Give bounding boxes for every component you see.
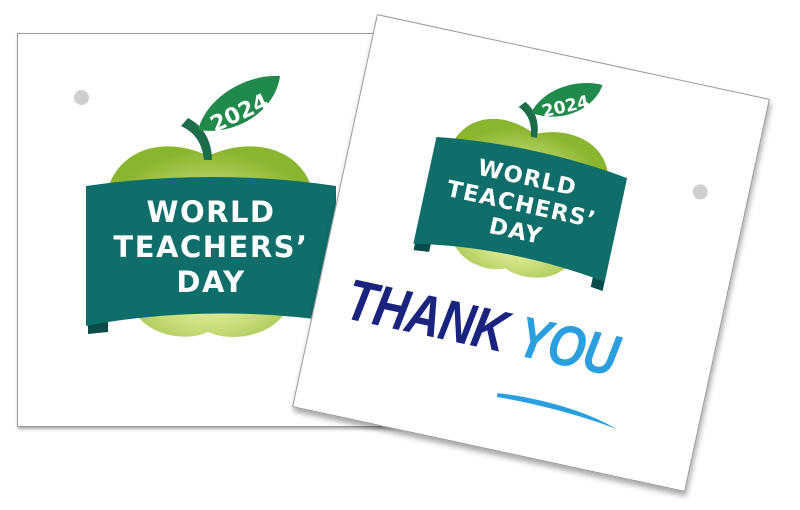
banner-line-3: DAY bbox=[176, 265, 245, 299]
leaf-icon: 2024 bbox=[531, 82, 603, 122]
leaf-icon: 2024 bbox=[198, 75, 280, 138]
card-thank-you: 2024 WORLD TEACHERS’ DAY THANKYOU bbox=[292, 14, 770, 492]
banner-line-1: WORLD bbox=[146, 195, 275, 229]
banner-line-2: TEACHERS’ bbox=[113, 230, 308, 264]
apple-artwork: 2024 WORLD TEACHERS’ DAY bbox=[413, 82, 628, 291]
